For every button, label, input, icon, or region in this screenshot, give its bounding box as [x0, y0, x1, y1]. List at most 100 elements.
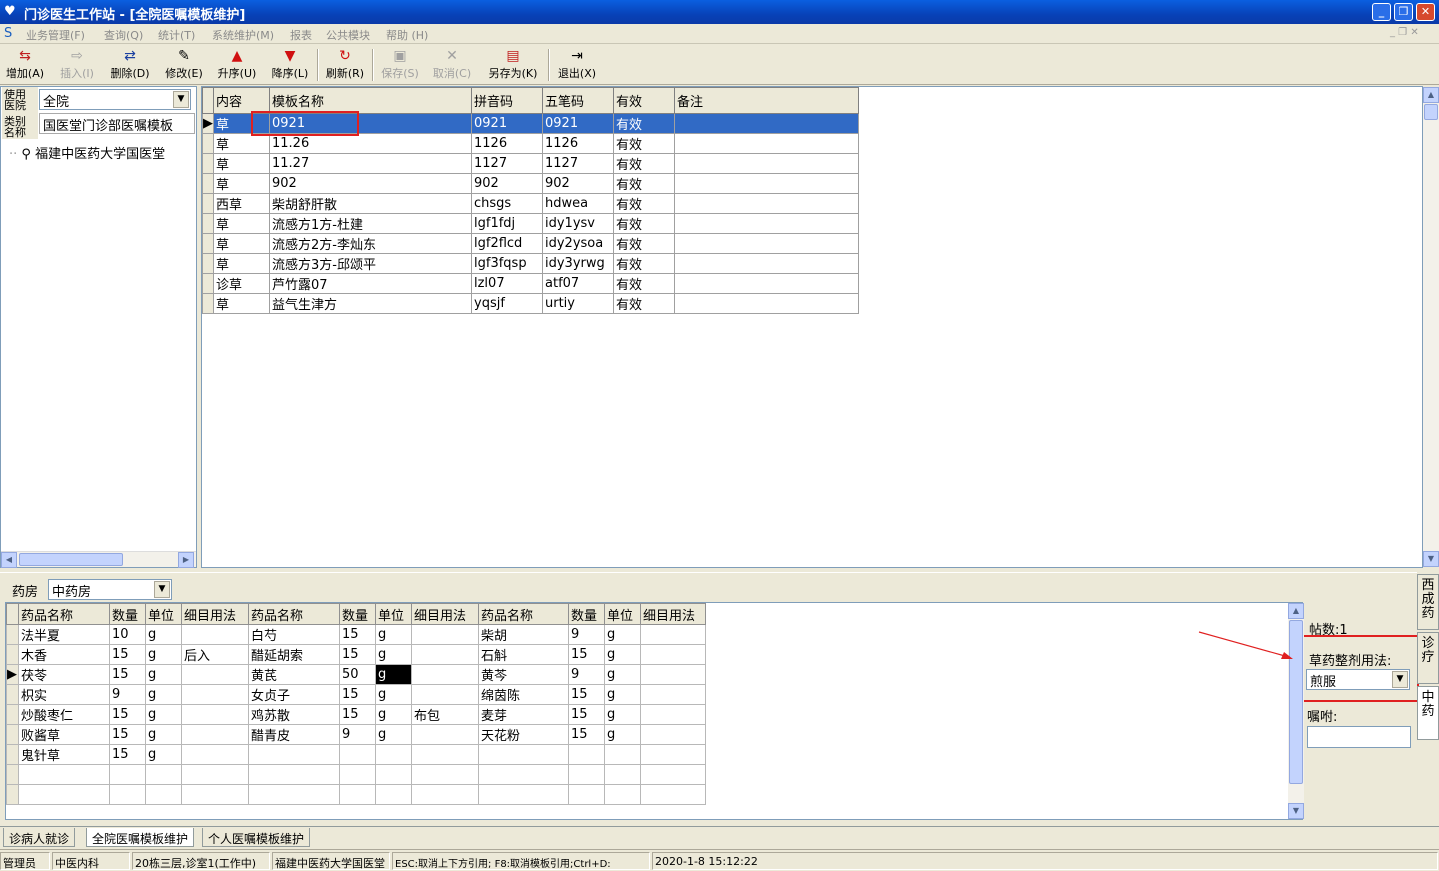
menu-system[interactable]: 系统维护(M) — [212, 27, 274, 43]
table-cell[interactable] — [674, 293, 859, 314]
table-cell[interactable]: 诊草 — [213, 273, 270, 294]
left-horizontal-scrollbar[interactable]: ◀ ▶ — [1, 551, 196, 568]
table-cell[interactable]: g — [375, 664, 412, 685]
table-cell[interactable]: 902 — [542, 173, 614, 194]
tab-patient-visit[interactable]: 诊病人就诊 — [3, 828, 76, 847]
table-cell[interactable] — [568, 784, 605, 805]
table-cell[interactable] — [640, 744, 706, 765]
table-cell[interactable] — [375, 784, 412, 805]
table-cell[interactable]: g — [145, 624, 182, 645]
table-cell[interactable] — [411, 624, 479, 645]
menu-statistics[interactable]: 统计(T) — [158, 27, 195, 43]
table-cell[interactable]: 天花粉 — [478, 724, 569, 745]
add-button[interactable]: ⇆ 增加(A) — [4, 47, 46, 83]
table-cell[interactable] — [674, 193, 859, 214]
table-cell[interactable]: 法半夏 — [18, 624, 110, 645]
table-row[interactable]: 草流感方2方-李灿东 lgf2flcd idy2ysoa 有效 — [202, 233, 859, 254]
table-cell[interactable]: 有效 — [613, 213, 675, 234]
table-cell[interactable] — [640, 764, 706, 785]
table-cell[interactable]: g — [604, 664, 641, 685]
table-cell[interactable]: 醋青皮 — [248, 724, 340, 745]
table-cell[interactable]: 15 — [109, 724, 146, 745]
table-cell[interactable]: hdwea — [542, 193, 614, 214]
table-cell[interactable]: 茯苓 — [18, 664, 110, 685]
menu-public[interactable]: 公共模块 — [326, 27, 370, 43]
table-cell[interactable]: 9 — [568, 624, 605, 645]
table-cell[interactable] — [181, 784, 249, 805]
table-cell[interactable]: g — [604, 724, 641, 745]
table-cell[interactable] — [145, 764, 182, 785]
table-cell[interactable] — [640, 664, 706, 685]
table-cell[interactable] — [411, 744, 479, 765]
table-cell[interactable]: 败酱草 — [18, 724, 110, 745]
table-cell[interactable] — [411, 724, 479, 745]
table-cell[interactable] — [640, 644, 706, 665]
tab-personal-template[interactable]: 个人医嘱模板维护 — [202, 828, 311, 847]
table-cell[interactable]: 绵茵陈 — [478, 684, 569, 705]
tab-western-medicine[interactable]: 西成药 — [1417, 574, 1439, 630]
table-cell[interactable] — [674, 173, 859, 194]
chevron-down-icon[interactable]: ▼ — [173, 91, 189, 108]
column-header[interactable]: 单位 — [375, 603, 412, 625]
table-cell[interactable] — [674, 113, 859, 134]
table-cell[interactable]: 草 — [213, 233, 270, 254]
table-cell[interactable] — [181, 724, 249, 745]
table-cell[interactable]: 15 — [339, 684, 376, 705]
column-header[interactable]: 内容 — [213, 87, 270, 114]
menu-reports[interactable]: 报表 — [290, 27, 312, 43]
table-cell[interactable]: 鸡苏散 — [248, 704, 340, 725]
table-cell[interactable]: 1126 — [471, 133, 543, 154]
table-cell[interactable] — [339, 764, 376, 785]
menu-business[interactable]: 业务管理(F) — [26, 27, 85, 43]
table-cell[interactable] — [375, 744, 412, 765]
table-cell[interactable]: 0921 — [542, 113, 614, 134]
table-cell[interactable]: g — [145, 684, 182, 705]
table-cell[interactable]: 1127 — [471, 153, 543, 174]
table-cell[interactable] — [145, 784, 182, 805]
table-cell[interactable]: chsgs — [471, 193, 543, 214]
table-cell[interactable]: 益气生津方 — [269, 293, 472, 314]
table-cell[interactable]: 醋延胡索 — [248, 644, 340, 665]
tab-hospital-template[interactable]: 全院医嘱模板维护 — [86, 828, 195, 847]
table-cell[interactable]: 15 — [109, 664, 146, 685]
scroll-up-icon[interactable]: ▲ — [1423, 87, 1439, 103]
grid-vertical-scrollbar[interactable]: ▲ ▼ — [1423, 87, 1439, 567]
type-name-field[interactable]: 国医堂门诊部医嘱模板 — [39, 113, 195, 134]
table-cell[interactable]: g — [375, 704, 412, 725]
scroll-down-icon[interactable]: ▼ — [1423, 551, 1439, 567]
table-cell[interactable]: lgf2flcd — [471, 233, 543, 254]
table-cell[interactable]: 15 — [109, 644, 146, 665]
table-cell[interactable]: 后入 — [181, 644, 249, 665]
sort-desc-button[interactable]: ▼ 降序(L) — [266, 47, 314, 83]
scroll-thumb[interactable] — [1424, 104, 1438, 120]
save-as-button[interactable]: ▤ 另存为(K) — [484, 47, 542, 83]
table-cell[interactable]: 15 — [568, 724, 605, 745]
table-row[interactable]: 法半夏 10 g 白芍 15 g 柴胡 9 g — [6, 624, 706, 645]
table-cell[interactable]: g — [145, 704, 182, 725]
menu-query[interactable]: 查询(Q) — [104, 27, 143, 43]
close-button[interactable]: ✕ — [1416, 3, 1435, 21]
table-cell[interactable] — [411, 764, 479, 785]
table-cell[interactable] — [411, 784, 479, 805]
table-row[interactable]: 炒酸枣仁 15 g 鸡苏散 15 g 布包 麦芽 15 g — [6, 704, 706, 725]
table-cell[interactable]: g — [145, 644, 182, 665]
table-cell[interactable] — [248, 764, 340, 785]
tab-treatment[interactable]: 诊疗 — [1417, 632, 1439, 684]
table-cell[interactable]: yqsjf — [471, 293, 543, 314]
table-cell[interactable]: atf07 — [542, 273, 614, 294]
column-header[interactable]: 有效 — [613, 87, 675, 114]
table-cell[interactable]: 15 — [568, 704, 605, 725]
mdi-controls-icon[interactable]: _ ❐ ✕ — [1390, 27, 1419, 38]
tree-item[interactable]: ·· ⚲ 福建中医药大学国医堂 — [9, 143, 165, 162]
table-cell[interactable]: 1127 — [542, 153, 614, 174]
table-cell[interactable]: 有效 — [613, 193, 675, 214]
table-cell[interactable] — [375, 764, 412, 785]
pharmacy-select[interactable]: 中药房 ▼ — [48, 579, 172, 600]
table-cell[interactable]: 鬼针草 — [18, 744, 110, 765]
table-cell[interactable]: 有效 — [613, 133, 675, 154]
table-cell[interactable] — [18, 784, 110, 805]
table-cell[interactable]: 15 — [568, 644, 605, 665]
table-cell[interactable] — [248, 784, 340, 805]
scroll-right-icon[interactable]: ▶ — [178, 552, 194, 568]
table-cell[interactable]: 石斛 — [478, 644, 569, 665]
